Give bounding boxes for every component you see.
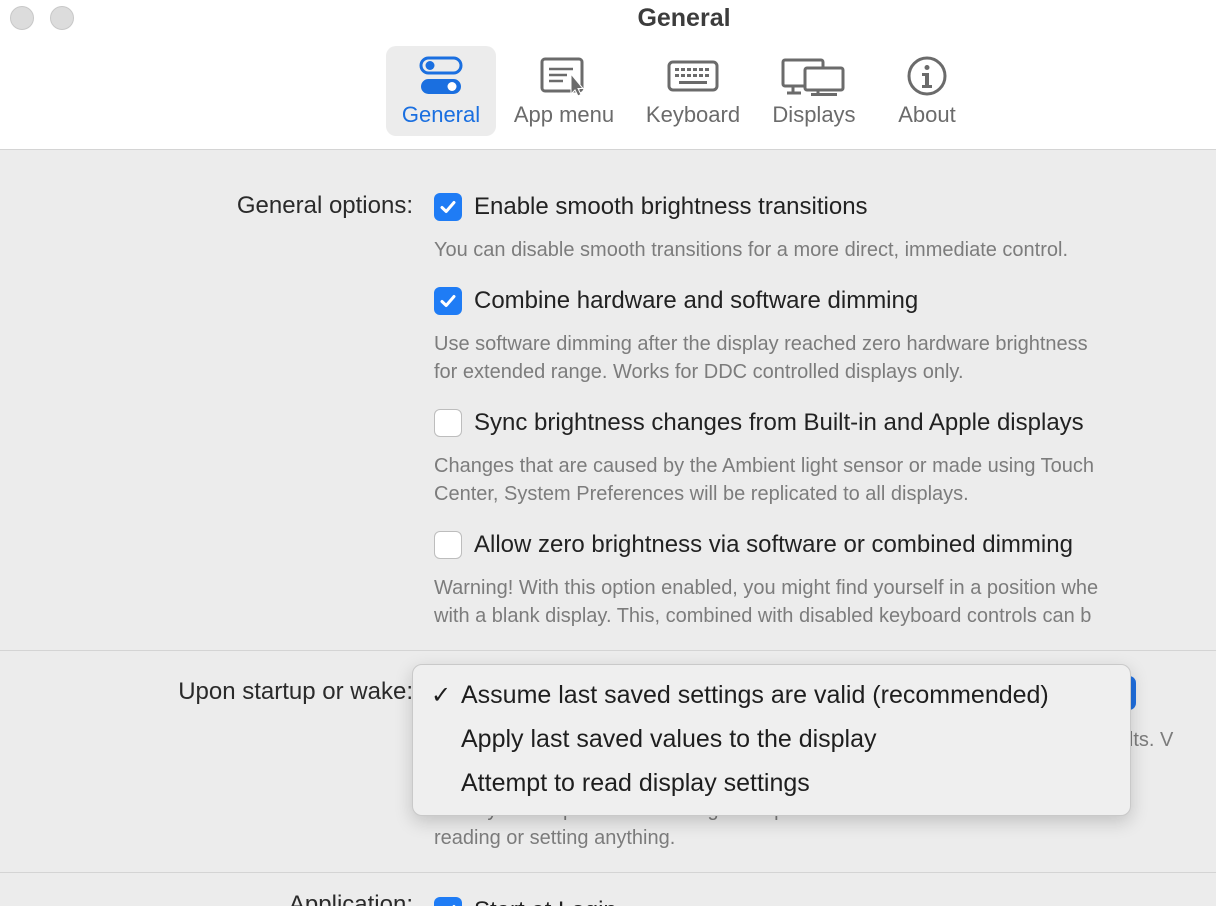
tab-keyboard[interactable]: Keyboard xyxy=(638,46,748,136)
general-options-label: General options: xyxy=(236,192,413,219)
option-sync-brightness[interactable]: Sync brightness changes from Built-in an… xyxy=(434,408,1084,438)
tab-displays-label: Displays xyxy=(772,102,856,127)
option-label: Combine hardware and software dimming xyxy=(474,287,919,314)
option-description: for extended range. Works for DDC contro… xyxy=(434,361,964,383)
section-divider xyxy=(0,650,1216,651)
option-label: Allow zero brightness via software or co… xyxy=(474,531,1073,558)
keyboard-icon xyxy=(638,56,748,96)
option-label: Start at Login xyxy=(474,897,617,906)
option-zero-brightness[interactable]: Allow zero brightness via software or co… xyxy=(434,530,1073,560)
checkmark-icon: ✓ xyxy=(431,682,452,709)
menu-item-read-settings[interactable]: Attempt to read display settings xyxy=(413,765,1130,805)
startup-description: reading or setting anything. xyxy=(434,827,676,849)
displays-icon xyxy=(760,56,868,96)
option-description: Center, System Preferences will be repli… xyxy=(434,483,969,505)
option-description: Changes that are caused by the Ambient l… xyxy=(434,455,1095,477)
option-start-at-login[interactable]: Start at Login xyxy=(434,896,617,906)
tab-about[interactable]: About xyxy=(882,46,972,136)
start-at-login-checkbox[interactable] xyxy=(434,897,462,906)
menu-item-apply-saved[interactable]: Apply last saved values to the display xyxy=(413,721,1130,761)
window-toolbar: General General App menu Keyboard Displa… xyxy=(0,0,1216,150)
menu-item-label: Apply last saved values to the display xyxy=(461,725,877,753)
menu-item-label: Assume last saved settings are valid (re… xyxy=(461,681,1049,709)
tab-keyboard-label: Keyboard xyxy=(645,102,741,127)
section-divider xyxy=(0,872,1216,873)
option-description: Warning! With this option enabled, you m… xyxy=(434,577,1099,599)
option-combine-dimming[interactable]: Combine hardware and software dimming xyxy=(434,286,918,316)
menu-item-assume-valid[interactable]: ✓ Assume last saved settings are valid (… xyxy=(413,677,1130,717)
combine-dimming-checkbox[interactable] xyxy=(434,287,462,315)
option-description: You can disable smooth transitions for a… xyxy=(434,239,1069,261)
application-label: Application: xyxy=(288,891,413,906)
option-description: with a blank display. This, combined wit… xyxy=(434,605,1092,627)
tab-about-label: About xyxy=(898,102,956,127)
startup-label: Upon startup or wake: xyxy=(178,678,413,705)
menu-pointer-icon xyxy=(506,56,622,96)
option-label: Sync brightness changes from Built-in an… xyxy=(474,409,1084,436)
tab-general[interactable]: General xyxy=(386,46,496,136)
tab-general-label: General xyxy=(401,102,481,127)
window-title: General xyxy=(637,4,731,32)
sync-brightness-checkbox[interactable] xyxy=(434,409,462,437)
info-icon xyxy=(882,56,972,96)
tab-app-menu[interactable]: App menu xyxy=(506,46,622,136)
smooth-transitions-checkbox[interactable] xyxy=(434,193,462,221)
toggles-icon xyxy=(386,56,496,96)
tab-displays[interactable]: Displays xyxy=(760,46,868,136)
tab-app-menu-label: App menu xyxy=(513,102,615,127)
option-description: Use software dimming after the display r… xyxy=(434,333,1088,355)
option-smooth-transitions[interactable]: Enable smooth brightness transitions xyxy=(434,192,868,222)
startup-popup-menu[interactable]: ✓ Assume last saved settings are valid (… xyxy=(412,664,1131,816)
option-label: Enable smooth brightness transitions xyxy=(474,193,868,220)
zero-brightness-checkbox[interactable] xyxy=(434,531,462,559)
menu-item-label: Attempt to read display settings xyxy=(461,769,810,797)
